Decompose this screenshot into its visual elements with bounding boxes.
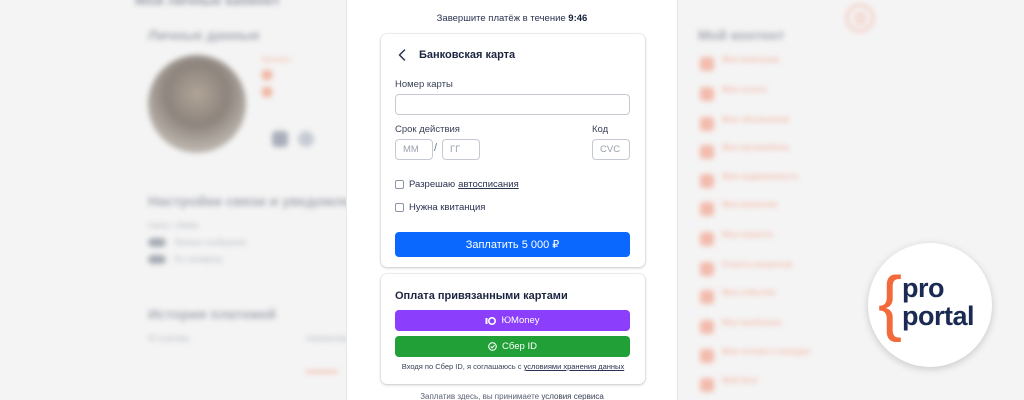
cvc-label: Код <box>592 124 609 135</box>
expiry-separator: / <box>434 142 438 154</box>
data-storage-terms-link[interactable]: условиями хранения данных <box>524 362 625 371</box>
logo-brace: { <box>878 263 903 343</box>
bg-history-heading: История платежей <box>148 306 277 322</box>
bank-card-form: Банковская карта Номер карты Срок действ… <box>381 34 645 267</box>
logo-text-portal: portal <box>902 301 975 331</box>
bg-toggle-2: По телефону <box>174 255 223 264</box>
mail-icon <box>262 70 272 80</box>
timer-label: Завершите платёж в течение <box>436 13 566 24</box>
bg-menu-item: Мой блог <box>700 376 830 398</box>
payment-panel: Завершите платёж в течение 9:46 Банковск… <box>346 0 678 400</box>
yoomoney-label: ЮMoney <box>501 315 540 326</box>
bg-menu-item: Мои услуги <box>700 85 830 107</box>
autopay-link[interactable]: автосписания <box>458 179 519 190</box>
yoomoney-button[interactable]: ЮMoney <box>395 310 630 331</box>
cvc-input[interactable] <box>592 139 630 160</box>
service-terms-link[interactable]: условия сервиса <box>541 392 603 400</box>
expiry-label: Срок действия <box>395 124 460 135</box>
bg-menu-item: Мои объявления <box>700 115 830 137</box>
bg-menu-item: Мои новости <box>700 230 830 252</box>
expiry-year-input[interactable] <box>442 139 480 160</box>
timer-value: 9:46 <box>568 13 588 24</box>
card-number-input[interactable] <box>395 94 630 115</box>
bg-menu-item: Мои вакансии <box>700 200 830 222</box>
sber-consent-note: Входя по Сбер ID, я соглашаюсь с условия… <box>381 362 645 371</box>
bank-card-header: Банковская карта <box>395 48 515 62</box>
bg-personal-heading: Личные данные <box>148 27 260 43</box>
chevron-left-icon <box>398 49 406 61</box>
sber-id-button[interactable]: Сбер ID <box>395 336 630 357</box>
bg-menu-item: Мои проблемы <box>700 318 830 340</box>
payment-timer: Завершите платёж в течение 9:46 <box>347 13 677 24</box>
bg-menu-item: Мои потери и находки <box>700 347 830 369</box>
back-button[interactable] <box>395 48 409 62</box>
logo-text-pro: pro <box>902 273 945 303</box>
receipt-row: Нужна квитанция <box>395 202 485 213</box>
linked-cards-section: Оплата привязанными картами ЮMoney Сбер … <box>381 274 645 384</box>
card-number-label: Номер карты <box>395 79 453 90</box>
toggle-phone <box>148 255 166 264</box>
avatar <box>148 55 246 153</box>
bg-page-title: Мои личные кабинет <box>135 0 281 8</box>
bg-toggle-1: Личные сообщения <box>174 238 247 247</box>
proportal-logo: { pro portal <box>868 243 992 367</box>
receipt-text: Нужна квитанция <box>409 202 486 213</box>
bg-menu-item: Мои автомобили <box>700 143 830 165</box>
bg-logo-icon <box>846 4 874 32</box>
expiry-month-input[interactable] <box>395 139 433 160</box>
phone-icon <box>262 87 272 97</box>
ok-icon <box>298 131 314 147</box>
bg-menu-item: Мои события <box>700 288 830 310</box>
bg-content-heading: Мой контент <box>698 27 785 43</box>
bg-user-name: Михаил <box>262 55 291 64</box>
bg-history-col-1: ID платежа <box>148 334 190 343</box>
autopay-row: Разрешаю автосписания <box>395 179 519 190</box>
bg-settings-heading: Настройки связи и уведомлений <box>148 193 376 209</box>
sber-id-label: Сбер ID <box>502 341 537 352</box>
yoomoney-icon <box>485 316 497 325</box>
autopay-text: Разрешаю <box>409 179 456 190</box>
bank-card-title: Банковская карта <box>419 49 516 61</box>
bg-menu-item: Мои недвижимость <box>700 172 830 194</box>
bg-menu-item: Мои компании <box>700 55 830 77</box>
receipt-checkbox[interactable] <box>395 203 404 212</box>
pay-button[interactable]: Заплатить 5 000 ₽ <box>395 232 630 257</box>
footer-note: Заплатив здесь, вы принимаете условия се… <box>347 392 677 400</box>
bg-history-status: ▬▬▬▬ <box>306 366 338 375</box>
sber-note-text: Входя по Сбер ID, я соглашаюсь с <box>401 362 522 371</box>
bg-contact-label: Связь с Вами <box>148 221 199 230</box>
vk-icon <box>272 131 288 147</box>
footer-text: Заплатив здесь, вы принимаете <box>420 392 540 400</box>
autopay-checkbox[interactable] <box>395 180 404 189</box>
bg-menu-item: Ответы вопросов <box>700 260 830 282</box>
sber-icon <box>488 342 497 351</box>
linked-cards-title: Оплата привязанными картами <box>395 290 568 302</box>
toggle-messages <box>148 238 166 247</box>
